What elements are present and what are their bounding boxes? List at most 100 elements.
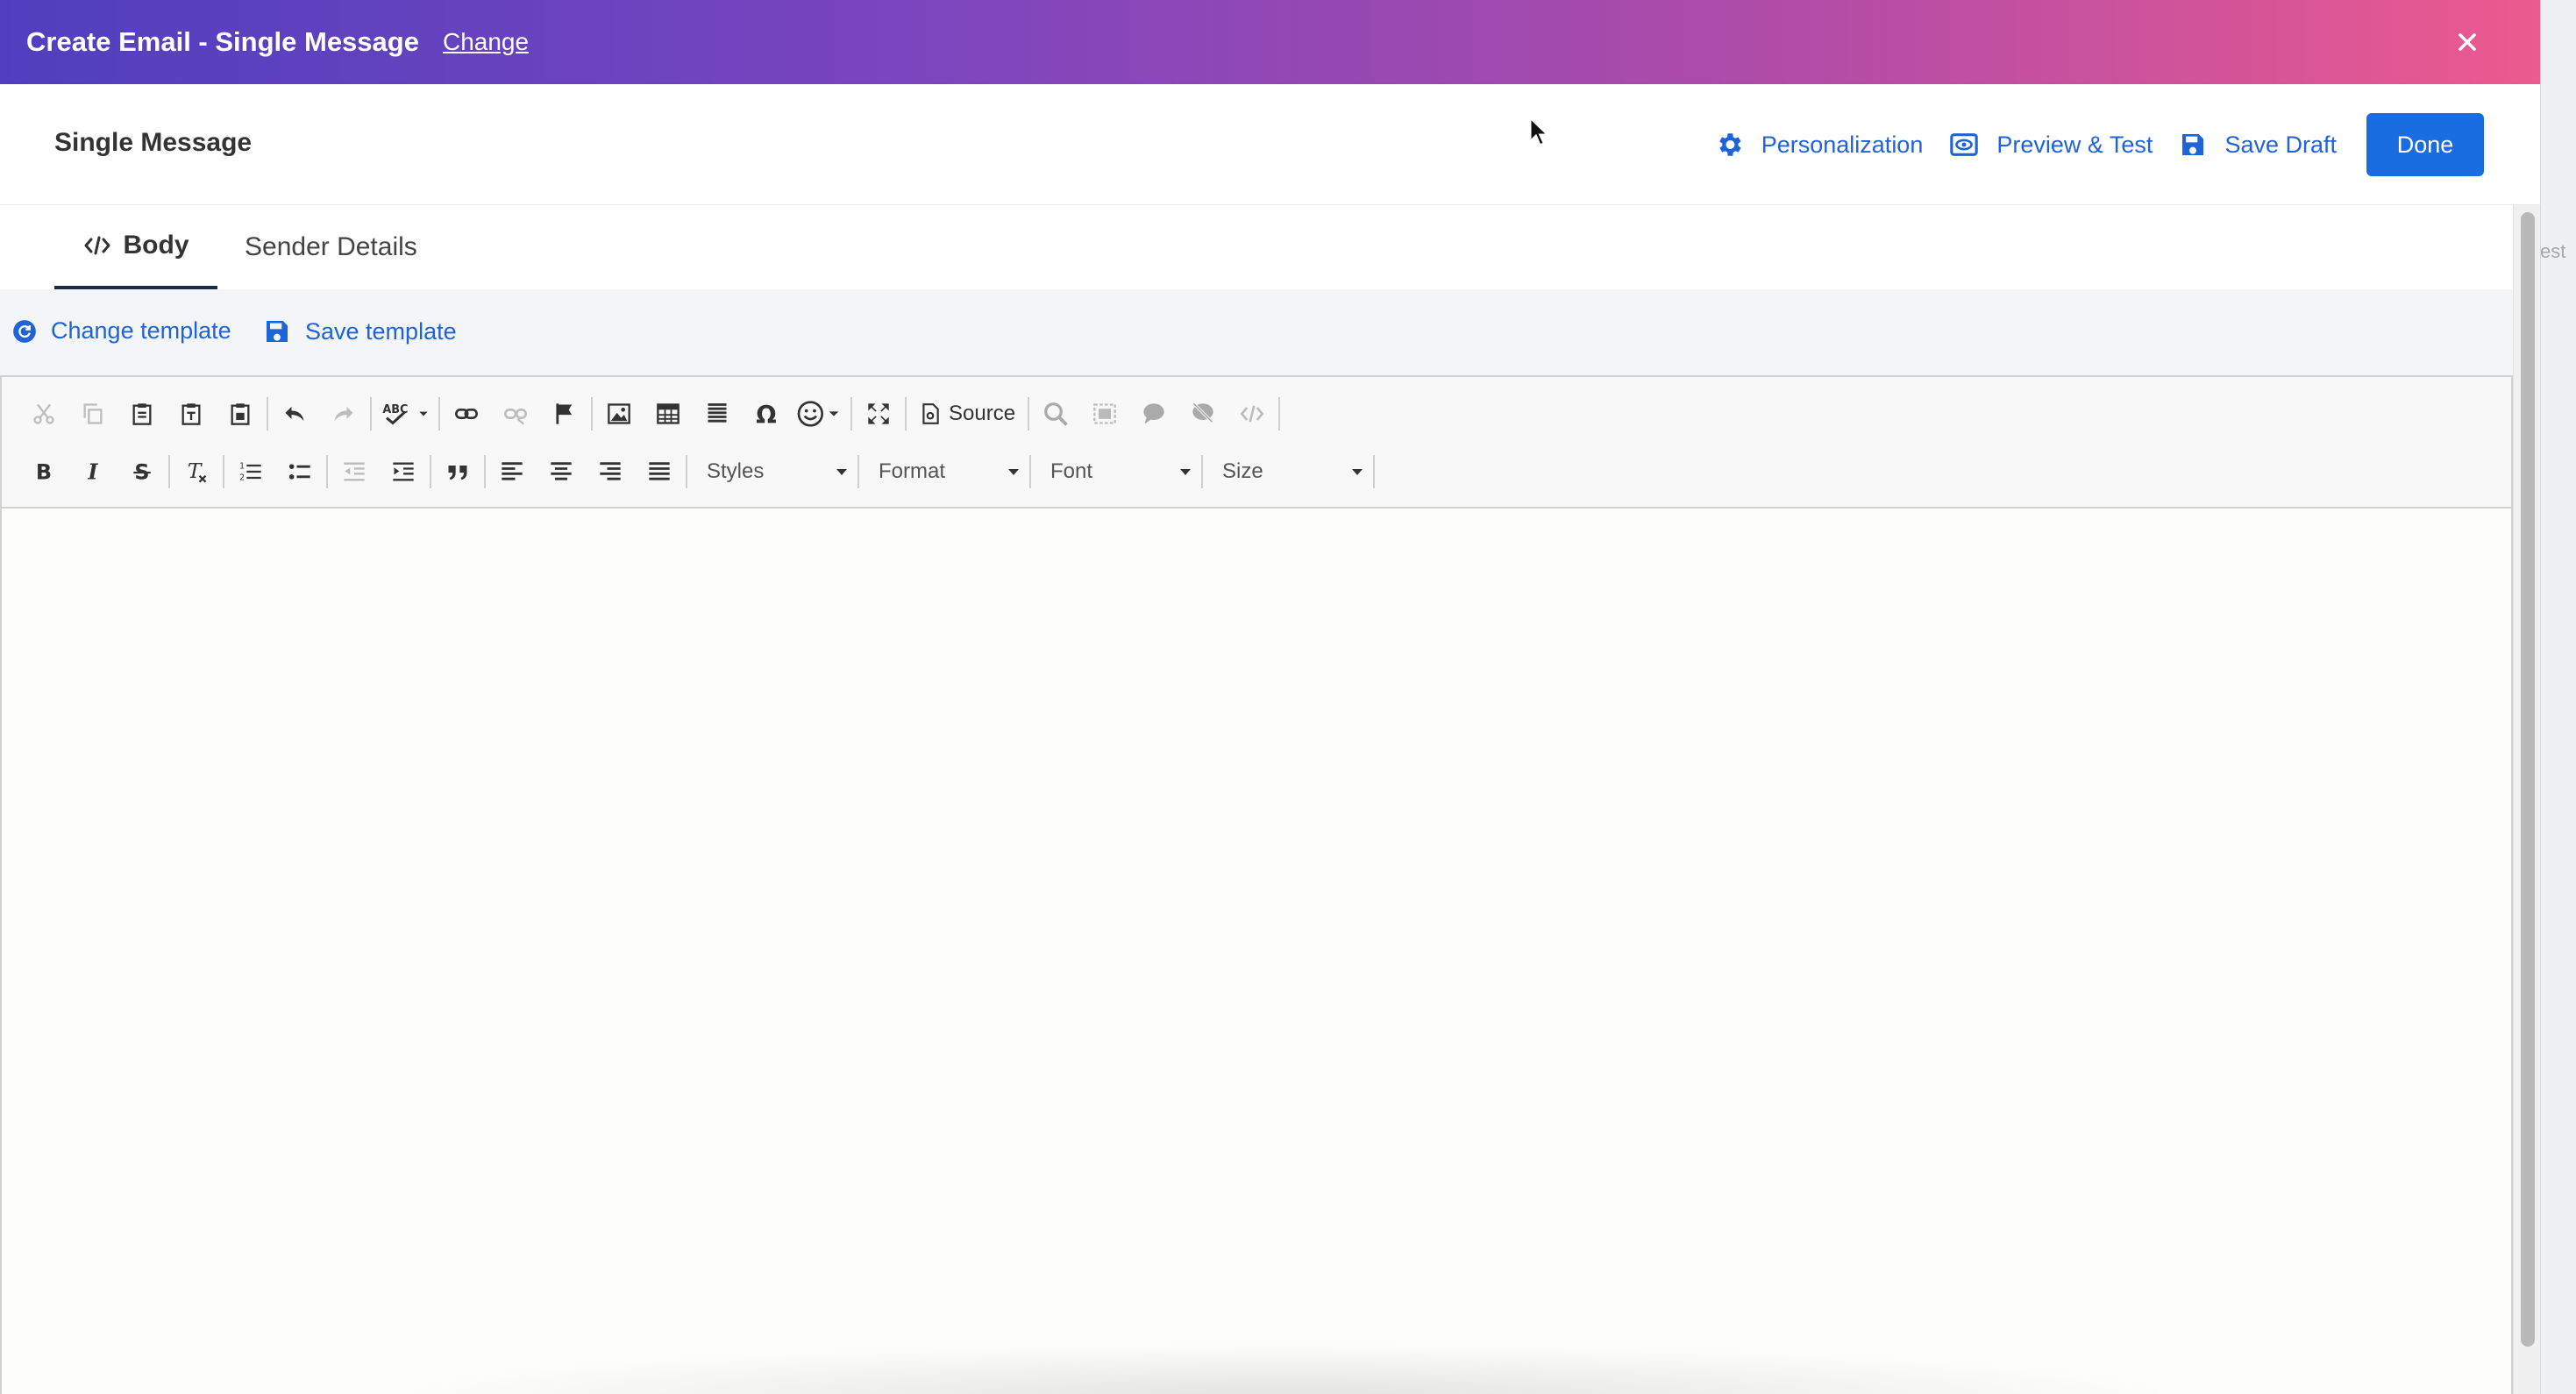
size-dropdown[interactable]: Size — [1205, 449, 1371, 494]
change-template-label: Change template — [51, 317, 231, 344]
toolbar-separator — [850, 397, 852, 430]
styles-dropdown[interactable]: Styles — [689, 449, 856, 494]
blockquote-icon[interactable] — [433, 449, 482, 494]
format-dropdown[interactable]: Format — [861, 449, 1028, 494]
toolbar-separator — [267, 397, 268, 430]
toolbar-separator — [484, 455, 486, 488]
font-dropdown-label: Font — [1050, 459, 1093, 483]
paste-icon[interactable] — [117, 391, 167, 437]
source-button[interactable]: Source — [908, 391, 1026, 437]
bulleted-list-icon[interactable] — [275, 449, 324, 494]
toolbar-separator — [905, 397, 907, 430]
modal-title: Create Email - Single Message — [26, 26, 419, 57]
toolbar-separator — [1028, 397, 1030, 430]
header-actions: Personalization Preview & Test Save Draf… — [1714, 113, 2484, 176]
image-icon[interactable] — [594, 391, 644, 437]
vertical-scrollbar[interactable] — [2513, 205, 2540, 1394]
italic-icon[interactable]: I — [68, 449, 117, 494]
paste-text-icon[interactable] — [167, 391, 216, 437]
create-email-modal: Create Email - Single Message Change Sin… — [0, 0, 2540, 1394]
anchor-flag-icon[interactable] — [540, 391, 589, 437]
toolbar-separator — [1278, 397, 1281, 430]
link-icon[interactable] — [442, 391, 491, 437]
spellcheck-icon[interactable]: ABC — [374, 391, 437, 437]
done-button[interactable]: Done — [2366, 113, 2484, 176]
unlink-icon[interactable] — [491, 391, 540, 437]
preview-test-button[interactable]: Preview & Test — [1949, 130, 2153, 160]
close-icon[interactable] — [2450, 25, 2485, 60]
preview-eye-icon — [1950, 133, 1979, 156]
code-snippet-icon[interactable] — [1228, 391, 1277, 437]
save-icon — [2182, 134, 2204, 155]
indent-icon[interactable] — [379, 449, 428, 494]
svg-text:Ω: Ω — [756, 401, 776, 427]
redo-icon[interactable] — [319, 391, 368, 437]
paste-word-icon[interactable] — [216, 391, 265, 437]
maximize-icon[interactable] — [854, 391, 903, 437]
align-right-icon[interactable] — [586, 449, 635, 494]
align-center-icon[interactable] — [537, 449, 586, 494]
page-backdrop — [2540, 0, 2576, 1394]
special-char-omega-icon[interactable]: Ω — [742, 391, 791, 437]
hide-comments-icon[interactable] — [1178, 391, 1228, 437]
editor-content-area[interactable] — [2, 509, 2511, 1394]
content-bottom-shadow — [388, 1343, 2185, 1394]
horizontal-line-icon[interactable] — [693, 391, 742, 437]
save-template-button[interactable]: Save template — [263, 317, 457, 345]
chevron-down-icon — [836, 468, 847, 475]
save-icon — [267, 321, 288, 342]
change-template-button[interactable]: Change template — [12, 317, 231, 345]
undo-icon[interactable] — [270, 391, 319, 437]
svg-text:B: B — [36, 460, 52, 484]
editor-toolbar: ABC Ω Source B I S T 1 2 Styles Format F… — [2, 377, 2511, 509]
backdrop-edge-text: est — [2540, 240, 2566, 262]
source-document-icon — [922, 403, 939, 424]
find-icon[interactable] — [1031, 391, 1080, 437]
scrollbar-thumb[interactable] — [2521, 212, 2535, 1347]
editor-tabs: Body Sender Details — [0, 205, 2513, 289]
toolbar-separator — [438, 397, 440, 430]
comment-bubble-icon[interactable] — [1129, 391, 1178, 437]
toolbar-separator — [591, 397, 593, 430]
message-header: Single Message Personalization Preview &… — [0, 84, 2540, 205]
personalization-button[interactable]: Personalization — [1714, 130, 1923, 160]
cut-icon[interactable] — [19, 391, 68, 437]
copy-icon[interactable] — [68, 391, 117, 437]
size-dropdown-label: Size — [1222, 459, 1263, 483]
change-type-link[interactable]: Change — [443, 28, 529, 56]
font-dropdown[interactable]: Font — [1033, 449, 1199, 494]
bold-icon[interactable]: B — [19, 449, 68, 494]
toolbar-row-2: B I S T 12 Styles Format Font Size — [19, 447, 1377, 496]
toolbar-separator — [686, 455, 687, 488]
toolbar-row-1: ABC Ω Source — [19, 389, 1282, 438]
remove-format-icon[interactable]: T — [172, 449, 221, 494]
toolbar-separator — [857, 455, 859, 488]
svg-text:ABC: ABC — [382, 403, 408, 416]
styles-dropdown-label: Styles — [707, 459, 765, 483]
page-title: Single Message — [54, 128, 253, 157]
justify-icon[interactable] — [635, 449, 684, 494]
chevron-down-icon — [1180, 468, 1191, 475]
chevron-down-icon — [1008, 468, 1019, 475]
align-left-icon[interactable] — [487, 449, 537, 494]
toolbar-separator — [223, 455, 224, 488]
table-icon[interactable] — [644, 391, 693, 437]
format-dropdown-label: Format — [879, 459, 946, 483]
toolbar-separator — [1373, 455, 1375, 488]
outdent-icon[interactable] — [330, 449, 379, 494]
modal-titlebar: Create Email - Single Message Change — [0, 0, 2540, 84]
select-all-icon[interactable] — [1080, 391, 1129, 437]
toolbar-separator — [370, 397, 372, 430]
strikethrough-icon[interactable]: S — [117, 449, 167, 494]
toolbar-separator — [168, 455, 170, 488]
svg-text:T: T — [188, 459, 203, 483]
numbered-list-icon[interactable]: 12 — [226, 449, 275, 494]
mouse-cursor-icon — [1529, 117, 1548, 146]
tab-sender-details[interactable]: Sender Details — [245, 205, 417, 289]
svg-text:1: 1 — [239, 462, 245, 472]
tab-body-label: Body — [123, 231, 189, 260]
chevron-down-icon — [1352, 468, 1363, 475]
emoji-icon[interactable] — [791, 391, 849, 437]
save-draft-button[interactable]: Save Draft — [2179, 131, 2337, 159]
tab-body[interactable]: Body — [54, 205, 217, 289]
